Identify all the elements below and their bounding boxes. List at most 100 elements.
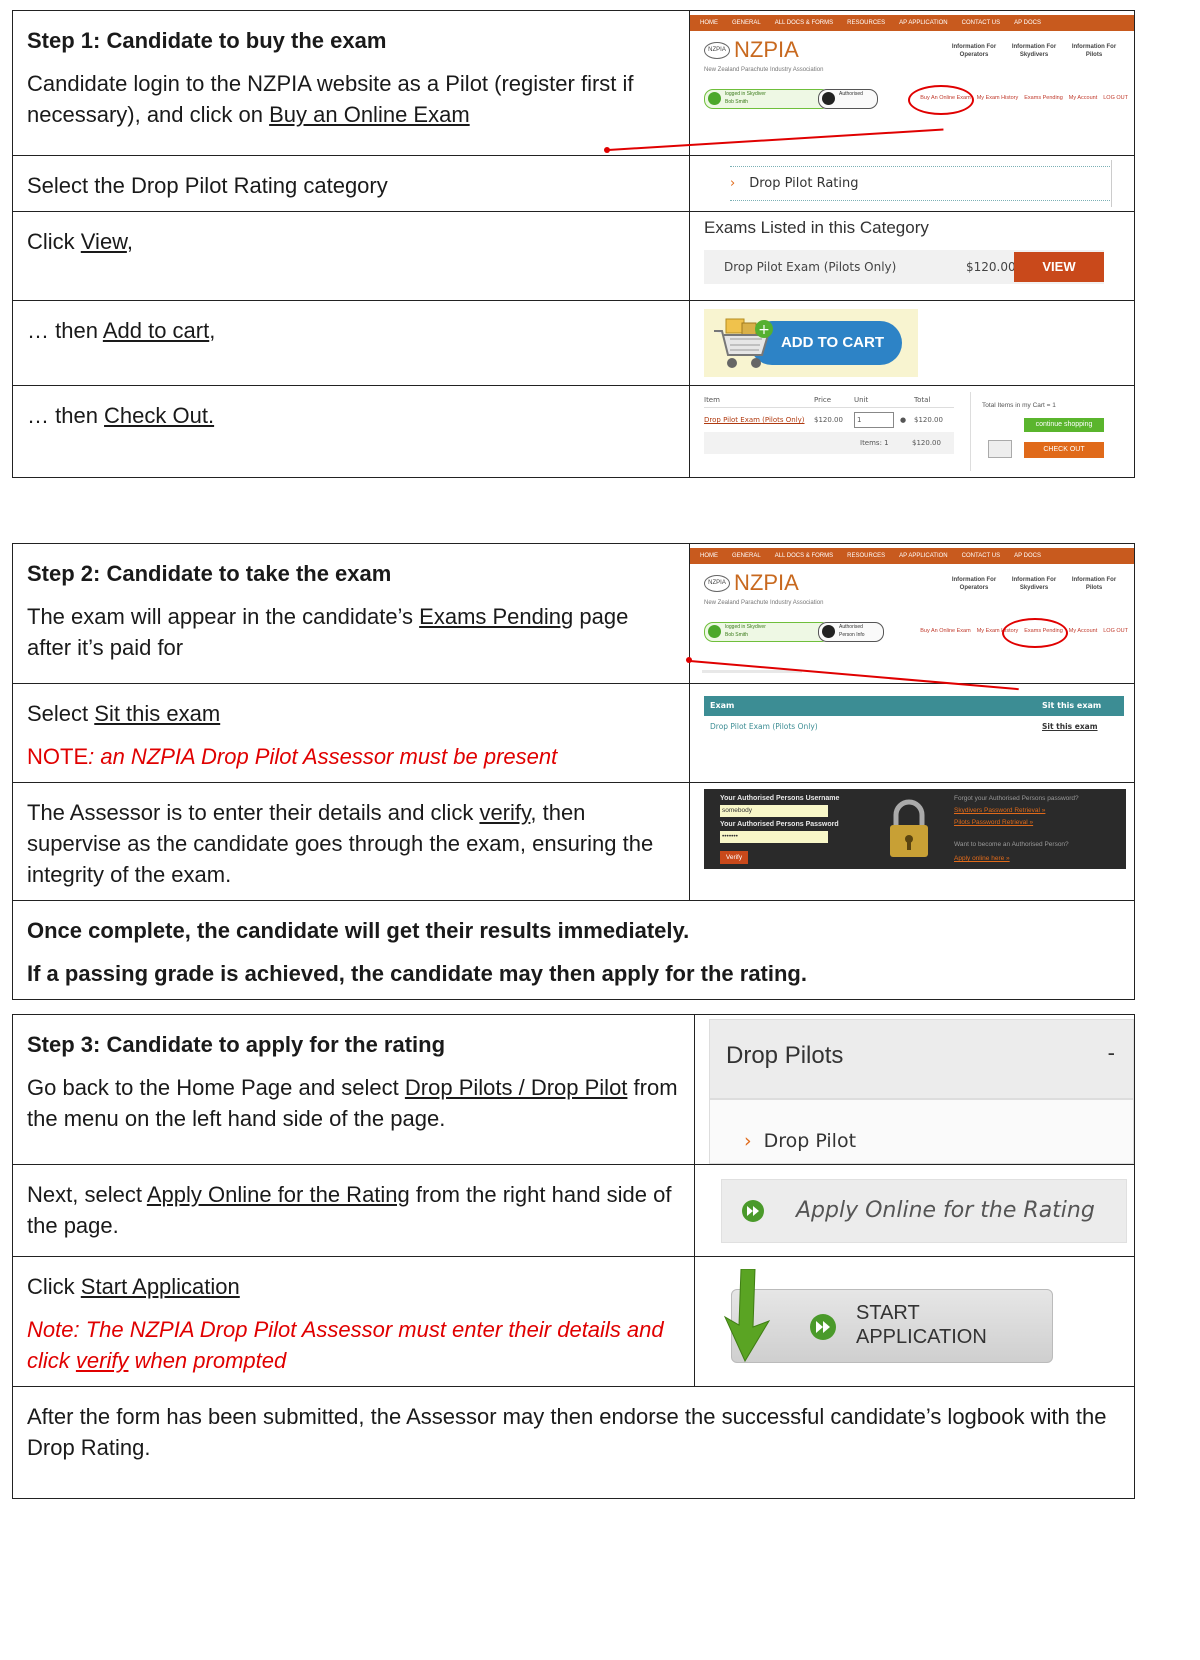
checkout-button[interactable]: CHECK OUT [1024,442,1104,458]
nav-ap-application[interactable]: AP APPLICATION [899,20,947,26]
verify-link[interactable]: verify [479,800,530,825]
verify-button[interactable]: Verify [720,851,748,864]
status-dot-icon [708,92,721,105]
step3-table: Step 3: Candidate to apply for the ratin… [12,1014,1135,1499]
nav-ap-docs-2[interactable]: AP DOCS [1014,553,1041,559]
continue-shopping-button[interactable]: continue shopping [1024,418,1104,432]
step3-intro-a: Go back to the Home Page and select [27,1075,405,1100]
nav-ap-docs[interactable]: AP DOCS [1014,20,1041,26]
authorised-pill[interactable]: Authorised [818,89,878,109]
apply-online-rating-link[interactable]: Apply Online for the Rating [147,1182,410,1207]
pill-label: logged in Skydiver [725,91,766,97]
collapse-icon[interactable]: - [1108,1040,1115,1066]
username-label: Your Authorised Persons Username [720,795,840,802]
exams-pending-link[interactable]: Exams Pending [419,604,573,629]
info-skydivers-2[interactable]: Information For Skydivers [1004,576,1064,592]
username-input[interactable]: somebody [720,805,828,817]
drop-pilot-menu-link[interactable]: Drop Pilots / Drop Pilot [405,1075,628,1100]
view-link[interactable]: View [81,229,127,254]
remove-icon[interactable]: ● [900,416,914,424]
acct-logout[interactable]: LOG OUT [1103,95,1128,101]
step3-verify-link[interactable]: verify [76,1348,129,1373]
cart-item-link[interactable]: Drop Pilot Exam (Pilots Only) [704,416,814,424]
nav-docs[interactable]: ALL DOCS & FORMS [775,20,833,26]
acct-my-account[interactable]: My Account [1069,95,1097,101]
authorised-pill-2[interactable]: Authorised Person Info [818,622,884,642]
apply-online-label: Apply Online for the Rating [796,1198,1095,1223]
cart-col-unit: Unit [854,396,869,404]
nav-resources[interactable]: RESOURCES [847,20,885,26]
step2-row2-pre: Select [27,701,95,726]
note-text: : an NZPIA Drop Pilot Assessor must be p… [88,744,558,769]
nav-docs-2[interactable]: ALL DOCS & FORMS [775,553,833,559]
status-dot-icon-2 [708,625,721,638]
step1-row3-post: , [126,229,133,254]
cart-col-total: Total [914,396,931,404]
step2-row2-text: Select Sit this exam [27,698,675,729]
acct-history[interactable]: My Exam History [977,95,1019,101]
exam-row: Drop Pilot Exam (Pilots Only) $120.00 VI… [704,250,1104,284]
nav-ap-application-2[interactable]: AP APPLICATION [899,553,947,559]
category-item[interactable]: › Drop Pilot Rating [730,176,858,191]
step3-intro-cell: Step 3: Candidate to apply for the ratin… [12,1014,695,1165]
info-operators[interactable]: Information For Operators [944,43,1004,59]
underline-bar [702,670,802,673]
logged-in-pill[interactable]: logged in Skydiver Bob Smith [704,89,830,109]
pilots-retrieval-link[interactable]: Pilots Password Retrieval » [954,819,1033,826]
nav-home[interactable]: HOME [700,20,718,26]
acct-pending[interactable]: Exams Pending [1024,95,1063,101]
apply-online-button[interactable]: Apply Online for the Rating [721,1179,1127,1243]
login-panel: Your Authorised Persons Username somebod… [704,789,1126,869]
step3-row2-a: Next, select [27,1182,147,1207]
nav-contact-2[interactable]: CONTACT US [962,553,1000,559]
start-application-button[interactable]: START APPLICATION [731,1289,1053,1363]
site-nav-1: HOME GENERAL ALL DOCS & FORMS RESOURCES AP A… [690,15,1134,31]
start-application-link[interactable]: Start Application [81,1274,240,1299]
add-to-cart-screenshot: ADD TO CART + [689,300,1135,386]
step2-row2: Select Sit this exam NOTE: an NZPIA Drop… [12,683,690,783]
step1-intro: Candidate login to the NZPIA website as … [27,68,675,130]
apply-online-link[interactable]: Apply online here » [954,855,1010,862]
nav-resources-2[interactable]: RESOURCES [847,553,885,559]
info-pilots[interactable]: Information For Pilots [1064,43,1124,59]
password-label: Your Authorised Persons Password [720,821,839,828]
nav-general-2[interactable]: GENERAL [732,553,761,559]
pending-header: Exam Sit this exam [704,696,1124,716]
info-skydivers[interactable]: Information For Skydivers [1004,43,1064,59]
step1-row5: … then Check Out. [12,385,690,478]
nav-contact[interactable]: CONTACT US [962,20,1000,26]
checkout-link[interactable]: Check Out. [104,403,214,428]
cart-item-total: $120.00 [914,416,943,424]
site-header-screenshot-1: HOME GENERAL ALL DOCS & FORMS RESOURCES AP A… [689,10,1135,156]
cart-qty-input[interactable]: 1 [854,412,894,428]
sit-exam-link[interactable]: Sit this exam [94,701,220,726]
add-to-cart-link[interactable]: Add to cart [103,318,209,343]
step1-row4-post: , [209,318,216,343]
assessor-login-screenshot: Your Authorised Persons Username somebod… [689,782,1135,901]
view-button[interactable]: VIEW [1014,252,1104,282]
nav-general[interactable]: GENERAL [732,20,761,26]
skydivers-retrieval-link[interactable]: Skydivers Password Retrieval » [954,807,1045,814]
cart-item-price: $120.00 [814,416,843,424]
menu-title: Drop Pilots [726,1042,844,1069]
nzpia-badge-icon: NZPIA [704,41,730,59]
buy-exam-link[interactable]: Buy an Online Exam [269,102,470,127]
acct2-buy-exam[interactable]: Buy An Online Exam [920,628,970,634]
info-operators-2[interactable]: Information For Operators [944,576,1004,592]
nav-home-2[interactable]: HOME [700,553,718,559]
start-label-2: APPLICATION [856,1326,987,1348]
logo-subtitle: New Zealand Parachute Industry Associati… [704,67,824,73]
password-input[interactable]: ••••••• [720,831,828,843]
authorised-label-2: Authorised [839,624,863,630]
acct2-logout[interactable]: LOG OUT [1103,628,1128,634]
step1-row2-text: Select the Drop Pilot Rating category [27,173,388,198]
sit-exam-button[interactable]: Sit this exam [1042,722,1098,731]
logged-in-pill-2[interactable]: logged in Skydiver Bob Smith [704,622,830,642]
step2-title: Step 2: Candidate to take the exam [27,561,392,586]
acct2-my-account[interactable]: My Account [1069,628,1097,634]
info-pilots-2[interactable]: Information For Pilots [1064,576,1124,592]
menu-item-drop-pilot[interactable]: › Drop Pilot [744,1130,856,1152]
menu-header[interactable]: Drop Pilots - [709,1019,1134,1099]
authorised-label: Authorised [839,91,863,97]
cart-screenshot: Item Price Unit Total Drop Pilot Exam (Pilo… [689,385,1135,478]
